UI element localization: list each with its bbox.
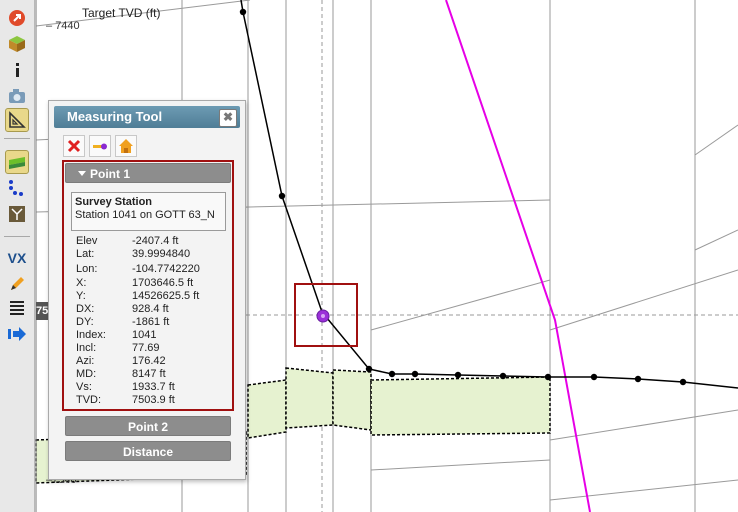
grid-icon bbox=[9, 206, 25, 222]
attribute-value: -2407.4 ft bbox=[132, 235, 179, 247]
measure-line-icon bbox=[93, 143, 107, 150]
attribute-key: Lat: bbox=[76, 248, 95, 260]
point2-header[interactable]: Point 2 bbox=[65, 416, 231, 436]
collapse-triangle-icon bbox=[78, 171, 86, 176]
attribute-value: 176.42 bbox=[132, 355, 166, 367]
layers-button[interactable] bbox=[5, 150, 29, 174]
close-button[interactable]: ✖ bbox=[219, 109, 237, 127]
home-button[interactable] bbox=[115, 135, 137, 157]
attribute-key: Index: bbox=[76, 329, 106, 341]
attribute-value: 8147 ft bbox=[132, 368, 166, 380]
camera-button[interactable] bbox=[5, 84, 29, 108]
pin-icon bbox=[9, 10, 25, 26]
axis-title: Target TVD (ft) bbox=[82, 6, 161, 20]
attribute-key: TVD: bbox=[76, 394, 102, 406]
measure-tool-button[interactable] bbox=[5, 108, 29, 132]
vx-icon: VX bbox=[7, 250, 27, 266]
points-button[interactable] bbox=[5, 176, 29, 200]
clear-button[interactable] bbox=[63, 135, 85, 157]
attribute-value: 7503.9 ft bbox=[132, 394, 175, 406]
station-description: Station 1041 on GOTT 63_N bbox=[75, 209, 215, 221]
left-toolbar: VX bbox=[0, 0, 35, 512]
attribute-value: 1933.7 ft bbox=[132, 381, 175, 393]
export-button[interactable] bbox=[5, 322, 29, 346]
home-icon bbox=[119, 139, 133, 153]
pin-button[interactable] bbox=[5, 6, 29, 30]
layers-icon bbox=[9, 157, 25, 169]
attribute-key: DX: bbox=[76, 303, 95, 315]
attribute-value: 1041 bbox=[132, 329, 157, 341]
clear-x-icon bbox=[67, 139, 81, 153]
attribute-value: -1861 ft bbox=[132, 316, 170, 328]
attribute-value: 928.4 ft bbox=[132, 303, 169, 315]
ruler-triangle-icon bbox=[9, 111, 26, 128]
point1-header[interactable]: Point 1 bbox=[65, 163, 231, 183]
lines-icon bbox=[10, 301, 24, 315]
measuring-tool-panel: Measuring Tool ✖ Point 1 Survey Station … bbox=[48, 100, 246, 480]
survey-station-box: Survey Station Station 1041 on GOTT 63_N bbox=[71, 192, 226, 231]
attribute-key: Incl: bbox=[76, 342, 97, 354]
attribute-key: DY: bbox=[76, 316, 94, 328]
pencil-icon bbox=[11, 277, 24, 290]
attribute-key: X: bbox=[76, 277, 87, 289]
attribute-key: Vs: bbox=[76, 381, 92, 393]
grid-button[interactable] bbox=[5, 202, 29, 226]
measuring-tool-title: Measuring Tool bbox=[67, 109, 163, 124]
vx-button[interactable]: VX bbox=[5, 246, 29, 270]
attribute-key: MD: bbox=[76, 368, 97, 380]
attribute-key: Y: bbox=[76, 290, 86, 302]
offset-well-path bbox=[445, 0, 591, 512]
cube-button[interactable] bbox=[5, 32, 29, 56]
attribute-key: Elev bbox=[76, 235, 98, 247]
pencil-button[interactable] bbox=[5, 272, 29, 296]
attribute-value: 1703646.5 ft bbox=[132, 277, 194, 289]
distance-header[interactable]: Distance bbox=[65, 441, 231, 461]
measuring-tool-header[interactable]: Measuring Tool ✖ bbox=[54, 106, 240, 128]
points-icon bbox=[9, 180, 23, 196]
attribute-value: 14526625.5 ft bbox=[132, 290, 200, 302]
measure-line-button[interactable] bbox=[89, 135, 111, 157]
tick-label-top: – 7440 bbox=[46, 20, 80, 32]
cube-icon bbox=[9, 36, 25, 52]
attribute-key: Lon: bbox=[76, 263, 98, 275]
info-button[interactable] bbox=[5, 58, 29, 82]
info-icon bbox=[16, 63, 19, 77]
export-arrow-icon bbox=[8, 327, 26, 341]
station-title: Survey Station bbox=[75, 196, 153, 208]
lines-button[interactable] bbox=[5, 296, 29, 320]
attribute-value: 77.69 bbox=[132, 342, 160, 354]
camera-icon bbox=[9, 89, 25, 103]
attribute-key: Azi: bbox=[76, 355, 95, 367]
attribute-value: 39.9994840 bbox=[132, 248, 191, 260]
attribute-value: -104.7742220 bbox=[132, 263, 200, 275]
selection-highlight-box bbox=[294, 283, 358, 347]
